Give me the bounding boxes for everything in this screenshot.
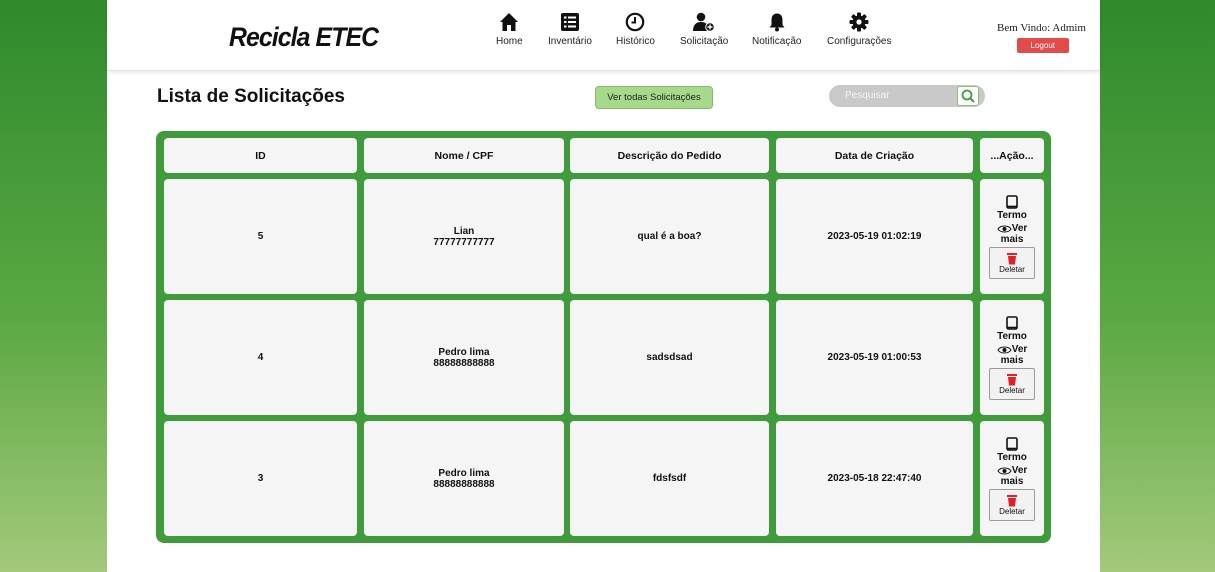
row-name: Lian [453,225,475,237]
delete-label: Deletar [999,506,1025,516]
page-title: Lista de Solicitações [157,86,345,107]
eye-icon [997,467,1012,474]
row-name-cpf: Pedro lima 88888888888 [364,421,564,536]
header-actions: ...Ação... [980,138,1044,173]
document-icon [1006,194,1018,209]
nav-home[interactable]: Home [496,12,523,47]
mais-label: mais [1000,475,1024,487]
ver-mais-button[interactable]: Ver mais [997,222,1028,245]
termo-button[interactable]: Termo [997,315,1027,342]
header-id: ID [164,138,357,173]
list-icon [560,13,579,31]
requests-table: ID Nome / CPF Descrição do Pedido Data d… [156,131,1051,543]
row-cpf: 77777777777 [433,236,495,248]
delete-label: Deletar [999,385,1025,395]
row-date: 2023-05-19 01:02:19 [776,179,973,294]
delete-button[interactable]: Deletar [989,246,1035,279]
row-name-cpf: Pedro lima 88888888888 [364,300,564,415]
nav-solicitacao-label: Solicitação [680,36,729,47]
ver-mais-button[interactable]: Ver mais [997,343,1028,366]
eye-icon [997,225,1012,232]
nav-solicitacao[interactable]: Solicitação [680,12,728,47]
nav-historico[interactable]: Histórico [616,12,655,47]
ver-mais-button[interactable]: Ver mais [997,464,1028,487]
add-user-icon [693,12,715,32]
search-bar: Pesquisar [829,85,985,107]
termo-label: Termo [997,209,1027,221]
search-input[interactable]: Pesquisar [845,90,889,101]
search-icon [961,89,975,103]
row-description: sadsdsad [570,300,769,415]
nav-configuracoes-label: Configurações [827,36,892,47]
row-actions: Termo Ver mais Deletar [980,421,1044,536]
bell-icon [769,13,785,32]
termo-label: Termo [997,451,1027,463]
search-button[interactable] [957,86,979,106]
row-description: fdsfsdf [570,421,769,536]
row-id: 5 [164,179,357,294]
row-description: qual é a boa? [570,179,769,294]
nav-configuracoes[interactable]: Configurações [827,12,891,47]
logo[interactable]: Recicla ETEC [229,22,379,53]
header-date: Data de Criação [776,138,973,173]
logout-button[interactable]: Logout [1016,38,1069,53]
delete-button[interactable]: Deletar [989,367,1035,400]
mais-label: mais [1000,354,1024,366]
mais-label: mais [1000,233,1024,245]
trash-icon [1007,494,1017,506]
nav-notificacao-label: Notificação [752,36,802,47]
ver-label: Ver [1011,464,1028,476]
nav-inventario[interactable]: Inventário [548,12,592,47]
ver-label: Ver [1011,222,1028,234]
home-icon [500,13,519,31]
clock-icon [626,12,645,32]
top-header: Recicla ETEC Home Inventário Histórico S… [107,0,1100,71]
eye-icon [997,346,1012,353]
gear-icon [849,12,869,32]
row-name-cpf: Lian 77777777777 [364,179,564,294]
row-name: Pedro lima [438,346,490,358]
nav-historico-label: Histórico [616,36,655,47]
termo-button[interactable]: Termo [997,436,1027,463]
nav-notificacao[interactable]: Notificação [752,12,801,47]
row-cpf: 88888888888 [433,357,495,369]
delete-label: Deletar [999,264,1025,274]
row-id: 4 [164,300,357,415]
row-actions: Termo Ver mais Deletar [980,300,1044,415]
page-container: Recicla ETEC Home Inventário Histórico S… [107,0,1100,572]
document-icon [1006,315,1018,330]
termo-label: Termo [997,330,1027,342]
welcome-text: Bem Vindo: Admim [997,22,1086,34]
header-description: Descrição do Pedido [570,138,769,173]
nav-home-label: Home [496,36,523,47]
row-date: 2023-05-18 22:47:40 [776,421,973,536]
row-date: 2023-05-19 01:00:53 [776,300,973,415]
row-cpf: 88888888888 [433,478,495,490]
header-name-cpf: Nome / CPF [364,138,564,173]
row-name: Pedro lima [438,467,490,479]
user-greeting: Bem Vindo: Admim Logout [997,22,1086,53]
document-icon [1006,436,1018,451]
row-actions: Termo Ver mais Deletar [980,179,1044,294]
trash-icon [1007,373,1017,385]
row-id: 3 [164,421,357,536]
view-all-button[interactable]: Ver todas Solicitações [595,86,713,109]
termo-button[interactable]: Termo [997,194,1027,221]
delete-button[interactable]: Deletar [989,488,1035,521]
nav-inventario-label: Inventário [548,36,592,47]
ver-label: Ver [1011,343,1028,355]
trash-icon [1007,252,1017,264]
